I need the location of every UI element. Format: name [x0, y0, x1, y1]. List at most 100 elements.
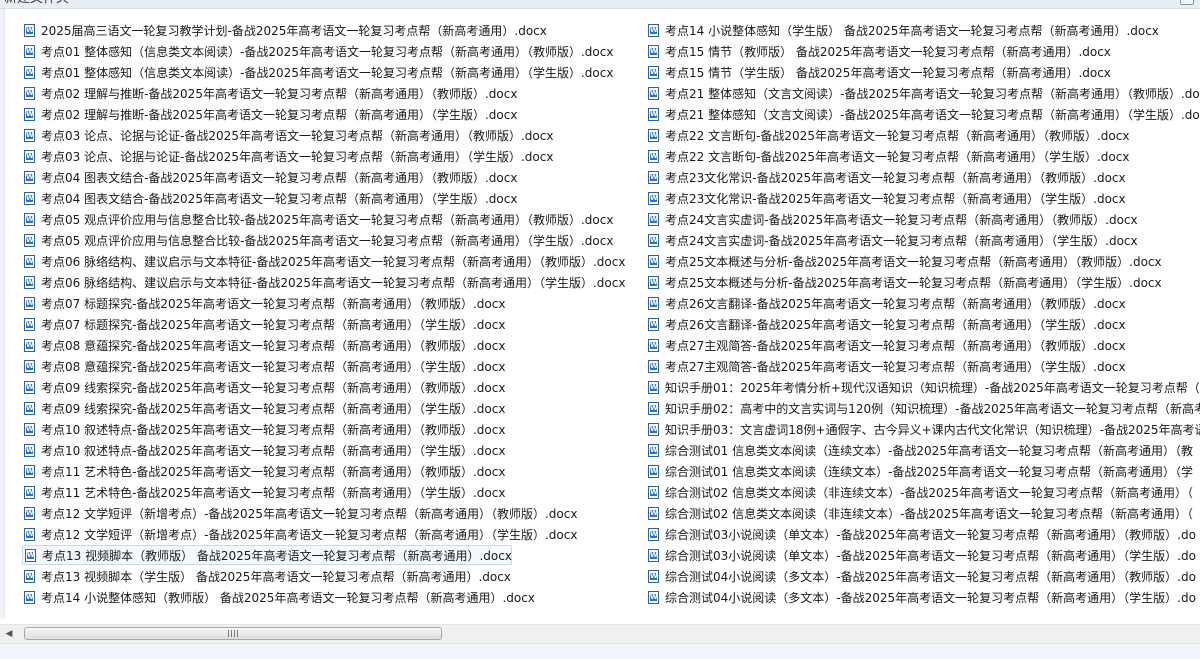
file-item[interactable]: 考点07 标题探究-备战2025年高考语文一轮复习考点帮（新高考通用）（教师版）… [22, 293, 505, 313]
word-document-icon [648, 527, 659, 541]
file-name: 考点05 观点评价应用与信息整合比较-备战2025年高考语文一轮复习考点帮（新高… [41, 212, 614, 227]
file-item[interactable]: 考点13 视频脚本（学生版） 备战2025年高考语文一轮复习考点帮（新高考通用）… [22, 566, 511, 586]
file-item[interactable]: 考点15 情节（学生版） 备战2025年高考语文一轮复习考点帮（新高考通用）.d… [646, 62, 1111, 82]
file-item[interactable]: 考点02 理解与推断-备战2025年高考语文一轮复习考点帮（新高考通用）（教师版… [22, 83, 517, 103]
file-item[interactable]: 考点23文化常识-备战2025年高考语文一轮复习考点帮（新高考通用）（教师版）.… [646, 167, 1126, 187]
file-item[interactable]: 考点05 观点评价应用与信息整合比较-备战2025年高考语文一轮复习考点帮（新高… [22, 209, 613, 229]
word-document-icon [24, 569, 35, 583]
word-document-icon [648, 359, 659, 373]
file-name: 考点21 整体感知（文言文阅读）-备战2025年高考语文一轮复习考点帮（新高考通… [665, 107, 1200, 122]
file-item[interactable]: 知识手册03：文言虚词18例+通假字、古今异义+课内古代文化常识（知识梳理）-备… [646, 419, 1200, 439]
file-name: 考点06 脉络结构、建议启示与文本特征-备战2025年高考语文一轮复习考点帮（新… [41, 275, 626, 290]
file-item[interactable]: 考点08 意蕴探究-备战2025年高考语文一轮复习考点帮（新高考通用）（学生版）… [22, 356, 505, 376]
word-document-icon [648, 191, 659, 205]
file-item[interactable]: 考点14 小说整体感知（学生版） 备战2025年高考语文一轮复习考点帮（新高考通… [646, 20, 1159, 40]
file-name: 综合测试03小说阅读（单文本）-备战2025年高考语文一轮复习考点帮（新高考通用… [665, 527, 1196, 542]
file-item[interactable]: 考点04 图表文结合-备战2025年高考语文一轮复习考点帮（新高考通用）（教师版… [22, 167, 517, 187]
file-item[interactable]: 考点13 视频脚本（教师版） 备战2025年高考语文一轮复习考点帮（新高考通用）… [22, 545, 512, 565]
file-name: 考点04 图表文结合-备战2025年高考语文一轮复习考点帮（新高考通用）（教师版… [41, 170, 518, 185]
file-item[interactable]: 考点11 艺术特色-备战2025年高考语文一轮复习考点帮（新高考通用）（教师版）… [22, 461, 505, 481]
file-item[interactable]: 考点11 艺术特色-备战2025年高考语文一轮复习考点帮（新高考通用）（学生版）… [22, 482, 505, 502]
file-item[interactable]: 考点01 整体感知（信息类文本阅读）-备战2025年高考语文一轮复习考点帮（新高… [22, 62, 613, 82]
word-document-icon [24, 338, 35, 352]
file-item[interactable]: 考点22 文言断句-备战2025年高考语文一轮复习考点帮（新高考通用）（教师版）… [646, 125, 1129, 145]
file-item[interactable]: 综合测试03小说阅读（单文本）-备战2025年高考语文一轮复习考点帮（新高考通用… [646, 524, 1196, 544]
file-item[interactable]: 考点23文化常识-备战2025年高考语文一轮复习考点帮（新高考通用）（学生版）.… [646, 188, 1126, 208]
file-item[interactable]: 考点01 整体感知（信息类文本阅读）-备战2025年高考语文一轮复习考点帮（新高… [22, 41, 613, 61]
scroll-grip-icon [228, 630, 238, 637]
file-item[interactable]: 考点04 图表文结合-备战2025年高考语文一轮复习考点帮（新高考通用）（学生版… [22, 188, 517, 208]
file-item[interactable]: 考点14 小说整体感知（教师版） 备战2025年高考语文一轮复习考点帮（新高考通… [22, 587, 535, 607]
file-item[interactable]: 考点26文言翻译-备战2025年高考语文一轮复习考点帮（新高考通用）（学生版）.… [646, 314, 1126, 334]
file-name: 考点24文言实虚词-备战2025年高考语文一轮复习考点帮（新高考通用）（教师版）… [665, 212, 1138, 227]
file-name: 考点13 视频脚本（学生版） 备战2025年高考语文一轮复习考点帮（新高考通用）… [41, 569, 511, 584]
file-item[interactable]: 考点24文言实虚词-备战2025年高考语文一轮复习考点帮（新高考通用）（学生版）… [646, 230, 1138, 250]
file-name: 考点13 视频脚本（教师版） 备战2025年高考语文一轮复习考点帮（新高考通用）… [42, 548, 512, 563]
file-item[interactable]: 考点06 脉络结构、建议启示与文本特征-备战2025年高考语文一轮复习考点帮（新… [22, 251, 625, 271]
word-document-icon [648, 44, 659, 58]
file-item[interactable]: 综合测试02 信息类文本阅读（非连续文本）-备战2025年高考语文一轮复习考点帮… [646, 482, 1193, 502]
word-document-icon [648, 254, 659, 268]
file-item[interactable]: 考点03 论点、论据与论证-备战2025年高考语文一轮复习考点帮（新高考通用）（… [22, 125, 553, 145]
file-name: 考点08 意蕴探究-备战2025年高考语文一轮复习考点帮（新高考通用）（学生版）… [41, 359, 506, 374]
word-document-icon [24, 191, 35, 205]
scrollbar-thumb[interactable] [24, 627, 442, 640]
word-document-icon [648, 212, 659, 226]
file-name: 考点26文言翻译-备战2025年高考语文一轮复习考点帮（新高考通用）（学生版）.… [665, 317, 1126, 332]
word-document-icon [648, 338, 659, 352]
scroll-left-arrow[interactable]: ◀ [2, 627, 16, 641]
word-document-icon [648, 149, 659, 163]
file-name: 知识手册03：文言虚词18例+通假字、古今异义+课内古代文化常识（知识梳理）-备… [665, 422, 1200, 437]
word-document-icon [648, 401, 659, 415]
file-item[interactable]: 考点08 意蕴探究-备战2025年高考语文一轮复习考点帮（新高考通用）（教师版）… [22, 335, 505, 355]
file-item[interactable]: 考点07 标题探究-备战2025年高考语文一轮复习考点帮（新高考通用）（学生版）… [22, 314, 505, 334]
word-document-icon [24, 317, 35, 331]
file-item[interactable]: 考点10 叙述特点-备战2025年高考语文一轮复习考点帮（新高考通用）（学生版）… [22, 440, 505, 460]
file-item[interactable]: 考点24文言实虚词-备战2025年高考语文一轮复习考点帮（新高考通用）（教师版）… [646, 209, 1138, 229]
file-item[interactable]: 考点27主观简答-备战2025年高考语文一轮复习考点帮（新高考通用）（学生版）.… [646, 356, 1126, 376]
file-name: 考点02 理解与推断-备战2025年高考语文一轮复习考点帮（新高考通用）（学生版… [41, 107, 518, 122]
file-item[interactable]: 考点25文本概述与分析-备战2025年高考语文一轮复习考点帮（新高考通用）（教师… [646, 251, 1162, 271]
file-item[interactable]: 考点09 线索探究-备战2025年高考语文一轮复习考点帮（新高考通用）（教师版）… [22, 377, 505, 397]
file-item[interactable]: 综合测试04小说阅读（多文本）-备战2025年高考语文一轮复习考点帮（新高考通用… [646, 566, 1196, 586]
file-name: 考点27主观简答-备战2025年高考语文一轮复习考点帮（新高考通用）（教师版）.… [665, 338, 1126, 353]
file-item[interactable]: 考点25文本概述与分析-备战2025年高考语文一轮复习考点帮（新高考通用）（学生… [646, 272, 1162, 292]
file-item[interactable]: 综合测试01 信息类文本阅读（连续文本）-备战2025年高考语文一轮复习考点帮（… [646, 461, 1193, 481]
file-item[interactable]: 考点21 整体感知（文言文阅读）-备战2025年高考语文一轮复习考点帮（新高考通… [646, 83, 1200, 103]
file-item[interactable]: 考点10 叙述特点-备战2025年高考语文一轮复习考点帮（新高考通用）（教师版）… [22, 419, 505, 439]
file-item[interactable]: 综合测试01 信息类文本阅读（连续文本）-备战2025年高考语文一轮复习考点帮（… [646, 440, 1193, 460]
file-item[interactable]: 知识手册02：高考中的文言实词与120例（知识梳理）-备战2025年高考语文一轮… [646, 398, 1200, 418]
file-name: 知识手册02：高考中的文言实词与120例（知识梳理）-备战2025年高考语文一轮… [665, 401, 1200, 416]
file-name: 考点11 艺术特色-备战2025年高考语文一轮复习考点帮（新高考通用）（学生版）… [41, 485, 506, 500]
file-item[interactable]: 考点12 文学短评（新增考点）-备战2025年高考语文一轮复习考点帮（新高考通用… [22, 524, 577, 544]
file-item[interactable]: 考点09 线索探究-备战2025年高考语文一轮复习考点帮（新高考通用）（学生版）… [22, 398, 505, 418]
file-item[interactable]: 考点22 文言断句-备战2025年高考语文一轮复习考点帮（新高考通用）（学生版）… [646, 146, 1129, 166]
file-item[interactable]: 考点03 论点、论据与论证-备战2025年高考语文一轮复习考点帮（新高考通用）（… [22, 146, 553, 166]
horizontal-scrollbar[interactable]: ◀ [0, 624, 1200, 643]
file-item[interactable]: 2025届高三语文一轮复习教学计划-备战2025年高考语文一轮复习考点帮（新高考… [22, 20, 547, 40]
file-name: 考点03 论点、论据与论证-备战2025年高考语文一轮复习考点帮（新高考通用）（… [41, 128, 554, 143]
file-item[interactable]: 考点15 情节（教师版） 备战2025年高考语文一轮复习考点帮（新高考通用）.d… [646, 41, 1111, 61]
status-bar [0, 643, 1200, 659]
file-name: 考点04 图表文结合-备战2025年高考语文一轮复习考点帮（新高考通用）（学生版… [41, 191, 518, 206]
word-document-icon [24, 275, 35, 289]
word-document-icon [24, 422, 35, 436]
file-item[interactable]: 考点21 整体感知（文言文阅读）-备战2025年高考语文一轮复习考点帮（新高考通… [646, 104, 1200, 124]
word-document-icon [24, 212, 35, 226]
file-item[interactable]: 考点27主观简答-备战2025年高考语文一轮复习考点帮（新高考通用）（教师版）.… [646, 335, 1126, 355]
file-item[interactable]: 考点06 脉络结构、建议启示与文本特征-备战2025年高考语文一轮复习考点帮（新… [22, 272, 625, 292]
file-item[interactable]: 综合测试03小说阅读（单文本）-备战2025年高考语文一轮复习考点帮（新高考通用… [646, 545, 1196, 565]
file-item[interactable]: 考点26文言翻译-备战2025年高考语文一轮复习考点帮（新高考通用）（教师版）.… [646, 293, 1126, 313]
file-item[interactable]: 综合测试02 信息类文本阅读（非连续文本）-备战2025年高考语文一轮复习考点帮… [646, 503, 1193, 523]
file-item[interactable]: 综合测试04小说阅读（多文本）-备战2025年高考语文一轮复习考点帮（新高考通用… [646, 587, 1196, 607]
file-item[interactable]: 考点05 观点评价应用与信息整合比较-备战2025年高考语文一轮复习考点帮（新高… [22, 230, 613, 250]
file-item[interactable]: 考点02 理解与推断-备战2025年高考语文一轮复习考点帮（新高考通用）（学生版… [22, 104, 517, 124]
file-name: 考点15 情节（教师版） 备战2025年高考语文一轮复习考点帮（新高考通用）.d… [665, 44, 1111, 59]
file-item[interactable]: 知识手册01：2025年考情分析+现代汉语知识（知识梳理）-备战2025年高考语… [646, 377, 1200, 397]
file-name: 考点07 标题探究-备战2025年高考语文一轮复习考点帮（新高考通用）（学生版）… [41, 317, 506, 332]
file-item[interactable]: 考点12 文学短评（新增考点）-备战2025年高考语文一轮复习考点帮（新高考通用… [22, 503, 577, 523]
word-document-icon [24, 443, 35, 457]
file-name: 考点23文化常识-备战2025年高考语文一轮复习考点帮（新高考通用）（学生版）.… [665, 191, 1126, 206]
file-name: 考点05 观点评价应用与信息整合比较-备战2025年高考语文一轮复习考点帮（新高… [41, 233, 614, 248]
word-document-icon [648, 170, 659, 184]
